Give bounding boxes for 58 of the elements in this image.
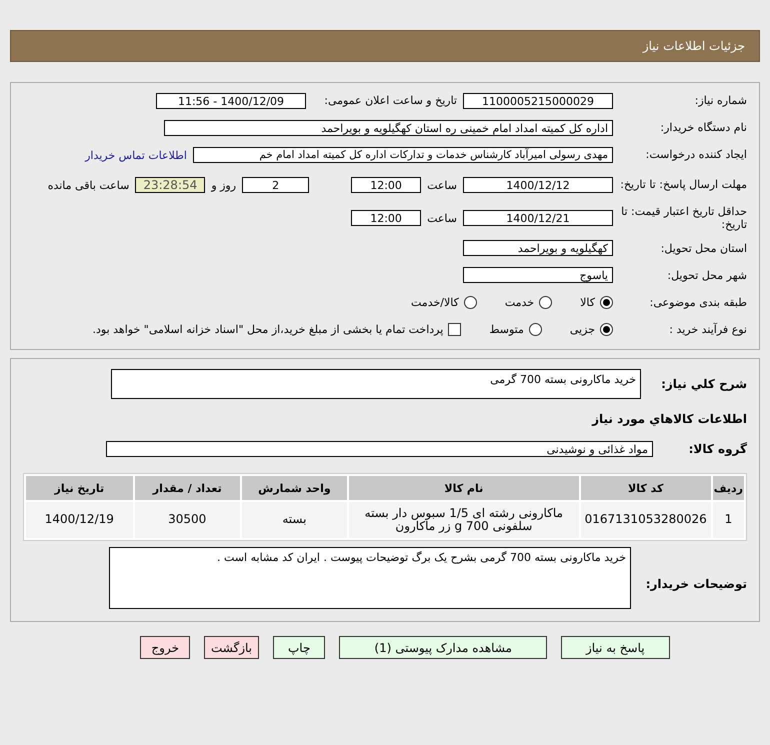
field-label: شهر محل تحویل: (666, 268, 747, 282)
field-label: تاریخ و ساعت اعلان عمومی: (323, 94, 457, 108)
radio-option[interactable]: کالا/خدمت (411, 296, 477, 309)
field-label: طبقه بندی موضوعی: (648, 296, 747, 309)
action-button[interactable]: بازگشت (204, 636, 259, 660)
field-label: استان محل تحویل: (660, 242, 747, 255)
action-button[interactable]: چاپ (273, 636, 326, 660)
field-label: گروه کالا: (688, 442, 747, 457)
field-label: حداقل تاریخ اعتبار قیمت: تا تاریخ: (620, 205, 747, 232)
city-field: یاسوج (463, 267, 613, 284)
need-number-field: 1100005215000029 (463, 93, 613, 109)
column-header: نام کالا (349, 476, 579, 500)
table-cell: 0167131053280026 (580, 502, 711, 538)
table-cell: 1400/12/19 (26, 502, 133, 538)
field-label: ایجاد کننده درخواست: (644, 148, 747, 162)
time-field: 12:00 (351, 177, 422, 193)
field-label: نام دستگاه خریدار: (659, 121, 747, 135)
column-header: ردیف (712, 476, 744, 500)
announce-date-field: 1400/12/09 - 11:56 (156, 93, 306, 109)
table-cell: بسته (242, 502, 348, 538)
time-label: ساعت (427, 178, 457, 192)
field-label: توضیحات خریدار: (644, 576, 747, 592)
action-button[interactable]: خروج (140, 636, 190, 660)
action-button[interactable]: پاسخ به نیاز (560, 636, 670, 660)
radio-option[interactable]: خدمت (504, 296, 552, 309)
field-label: نوع فرآیند خرید : (668, 322, 747, 336)
radio-option[interactable]: جزیی (570, 322, 613, 336)
days-field: 2 (242, 177, 310, 193)
table-cell: 1 (712, 502, 744, 538)
buyer-notes-field: خرید ماکارونی بسته 700 گرمی بشرح یک برگ توضیحات پیوست . ایران کد مشابه است . (109, 547, 631, 610)
goods-group-field: مواد غذائی و نوشیدنی (106, 441, 653, 458)
time-field: 12:00 (351, 210, 422, 226)
column-header: تاریخ نیاز (26, 476, 133, 500)
action-button[interactable]: مشاهده مدارک پیوستی (1) (339, 636, 547, 660)
radio-option[interactable]: کالا (580, 296, 613, 309)
column-header: تعداد / مقدار (134, 476, 240, 500)
treasury-checkbox[interactable]: پرداخت تمام یا بخشی از مبلغ خرید،از محل "اسناد خزانه اسلامی" خواهد بود. (92, 322, 462, 336)
contact-link[interactable]: اطلاعات تماس خریدار (85, 148, 187, 162)
column-header: کد کالا (580, 476, 711, 500)
days-label: روز و (211, 178, 236, 192)
requester-field: مهدی رسولی امیرآباد کارشناس خدمات و تدارکات اداره کل کمیته امداد امام خم (193, 147, 613, 163)
time-label: ساعت (427, 212, 457, 225)
radio-option[interactable]: متوسط (489, 322, 542, 336)
column-header: واحد شمارش (242, 476, 348, 500)
buyer-field: اداره کل کمیته امداد امام خمینی ره استان کهگیلویه و بویراحمد (164, 120, 613, 136)
section-heading: اطلاعات كالاهاي مورد نياز (590, 412, 747, 427)
field-label: شماره نیاز: (694, 94, 747, 108)
remaining-label: ساعت باقی مانده (48, 178, 130, 192)
date-field: 1400/12/12 (463, 177, 613, 193)
province-field: کهگیلویه و بویراحمد (463, 240, 613, 256)
description-field: خرید ماکارونی بسته 700 گرمی (111, 369, 641, 400)
remaining-time-field: 23:28:54 (135, 177, 206, 193)
table-cell: ماکارونی رشته ای 1/5 سبوس دار بسته سلفونی 700 g زر ماکارون (349, 502, 579, 538)
date-field: 1400/12/21 (463, 210, 613, 226)
table-cell: 30500 (134, 502, 240, 538)
page-title: جزئیات اطلاعات نیاز (642, 39, 745, 53)
field-label: شرح كلي نياز: (660, 376, 747, 392)
field-label: مهلت ارسال پاسخ: تا تاریخ: (619, 178, 747, 192)
